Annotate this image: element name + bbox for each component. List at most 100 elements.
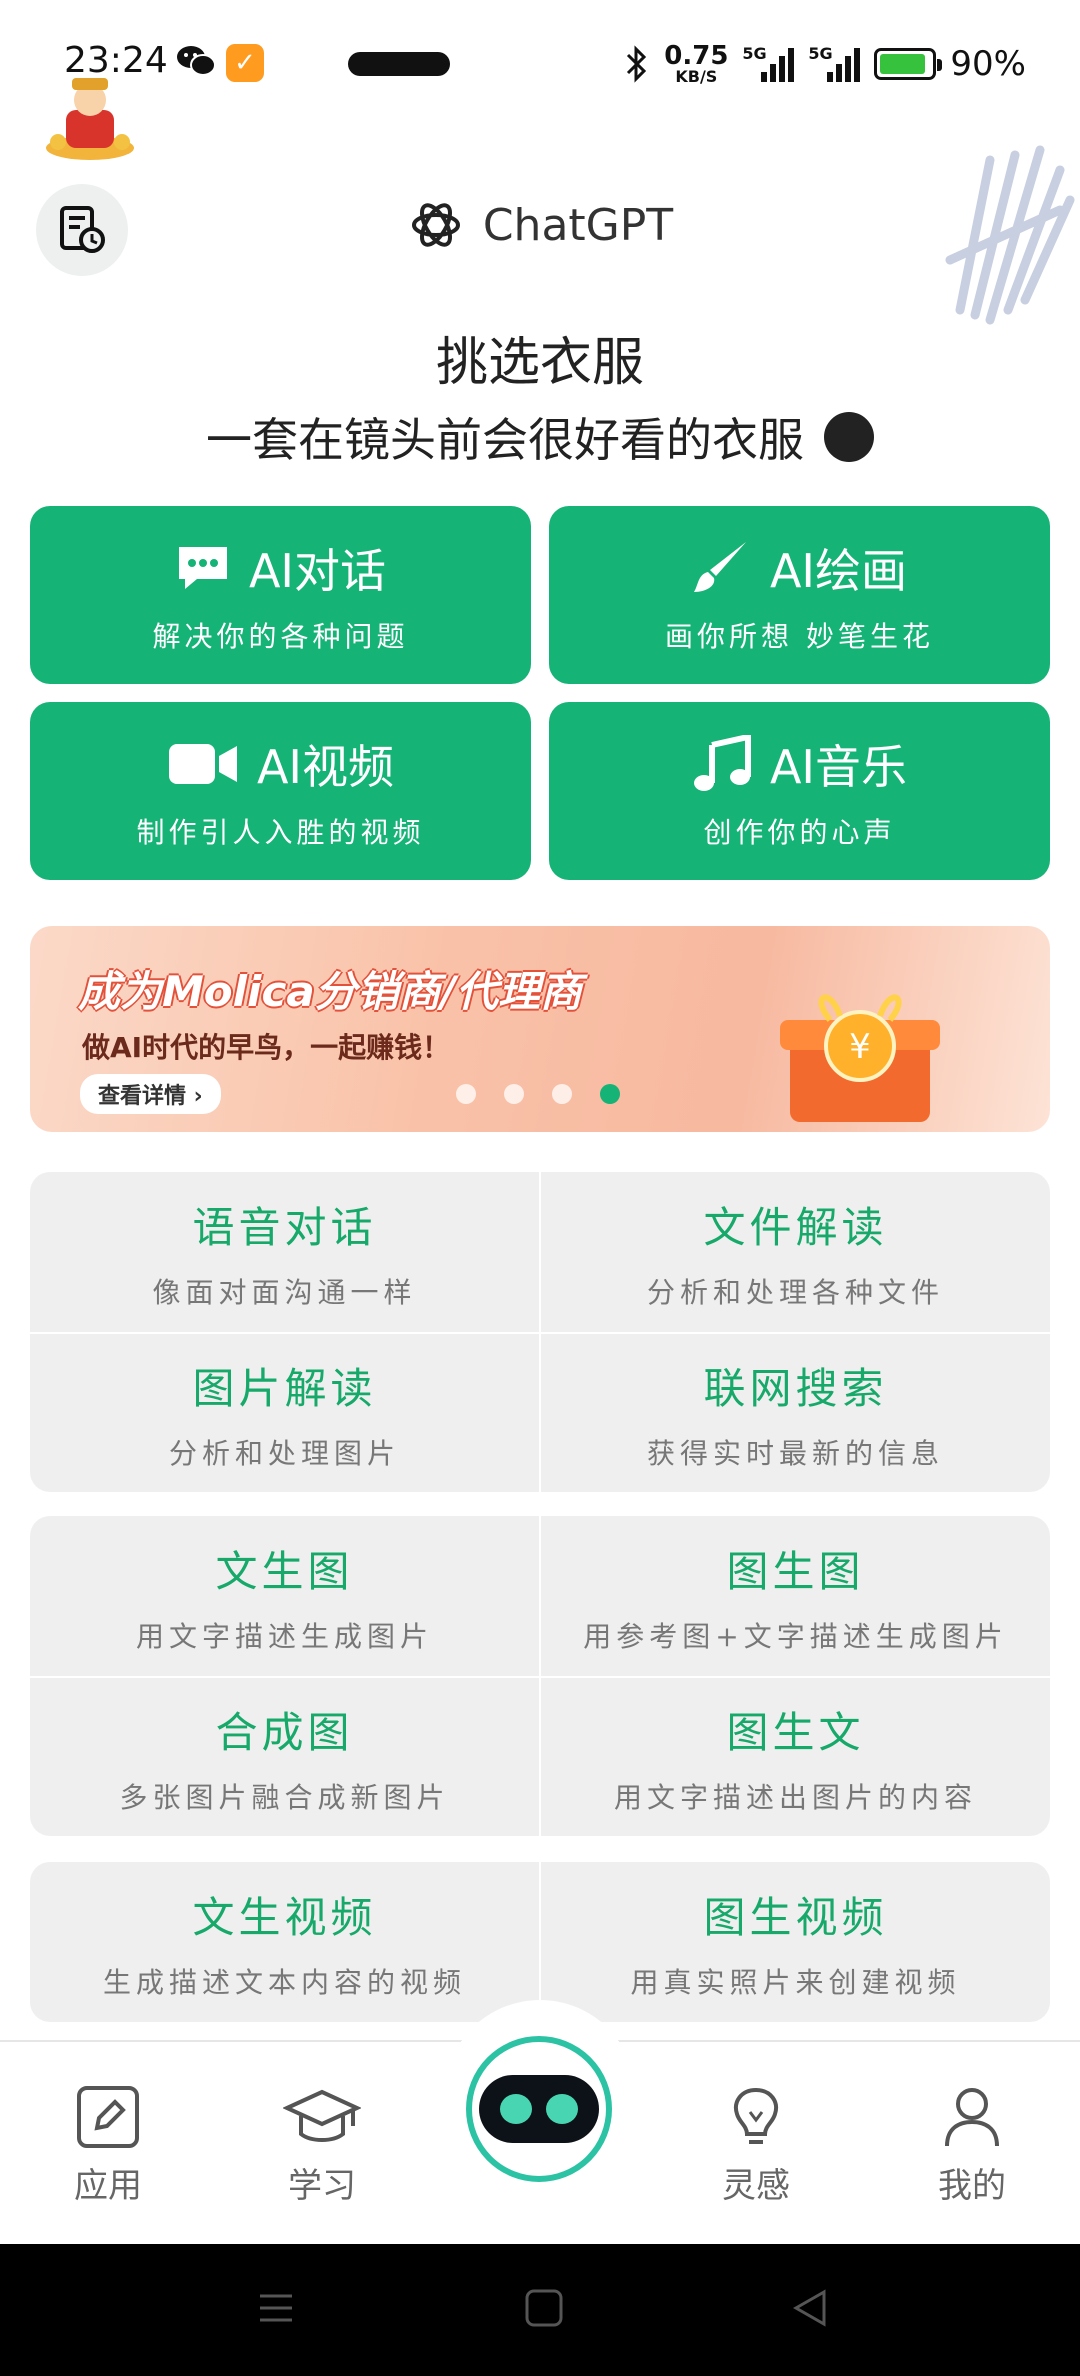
net-speed-unit: KB/S (675, 67, 718, 86)
tool-title: 图生视频 (703, 1892, 888, 1942)
signal-bars-icon (827, 48, 861, 82)
tool-title: 图片解读 (192, 1363, 377, 1413)
feature-ai-chat[interactable]: AI对话 解决你的各种问题 (30, 506, 531, 684)
banner-pager (456, 1084, 620, 1104)
tool-panel-3: 文生视频 生成描述文本内容的视频 图生视频 用真实照片来创建视频 (30, 1862, 1050, 2022)
battery-icon (874, 48, 943, 80)
tool-title: 联网搜索 (703, 1363, 888, 1413)
tool-subtitle: 多张图片融合成新图片 (119, 1780, 450, 1814)
nav-label: 应用 (74, 2166, 142, 2206)
feature-ai-music[interactable]: AI音乐 创作你的心声 (549, 702, 1050, 880)
tool-title: 文生视频 (192, 1892, 377, 1942)
ai-assistant-button[interactable] (466, 2036, 612, 2182)
typing-cursor-icon (824, 412, 874, 462)
panel-row: 图片解读 分析和处理图片 联网搜索 获得实时最新的信息 (30, 1332, 1050, 1492)
brand-header: ChatGPT (0, 196, 1080, 254)
feature-subtitle: 画你所想 妙笔生花 (665, 620, 934, 653)
tool-image-compose[interactable]: 合成图 多张图片融合成新图片 (30, 1678, 539, 1836)
bottom-nav: 应用 学习 灵感 我的 (0, 2000, 1080, 2244)
nav-inspiration[interactable]: 灵感 (686, 2084, 826, 2207)
feature-subtitle: 解决你的各种问题 (152, 620, 409, 653)
tool-subtitle: 分析和处理图片 (168, 1436, 400, 1470)
bluetooth-icon (627, 45, 647, 83)
status-right: 0.75 KB/S 5G 5G 90% (624, 40, 1026, 88)
banner-details-button[interactable]: 查看详情 › (80, 1074, 221, 1114)
tool-subtitle: 用真实照片来创建视频 (630, 1965, 961, 1999)
feature-subtitle: 创作你的心声 (703, 816, 896, 849)
tool-subtitle: 分析和处理各种文件 (646, 1275, 944, 1309)
feature-grid: AI对话 解决你的各种问题 AI绘画 画你所想 妙笔生花 AI视频 制作引人入胜… (30, 506, 1050, 880)
banner-subtitle: 做AI时代的早鸟，一起赚钱！ (82, 1031, 451, 1064)
feature-ai-paint[interactable]: AI绘画 画你所想 妙笔生花 (549, 506, 1050, 684)
tool-title: 文件解读 (703, 1202, 888, 1252)
nav-learn[interactable]: 学习 (252, 2084, 392, 2207)
feature-title: AI绘画 (769, 544, 908, 598)
tool-image-to-image[interactable]: 图生图 用参考图+文字描述生成图片 (539, 1516, 1050, 1676)
camera-pill (348, 52, 450, 76)
tool-subtitle: 获得实时最新的信息 (646, 1436, 944, 1470)
tool-panel-1: 语音对话 像面对面沟通一样 文件解读 分析和处理各种文件 图片解读 分析和处理图… (30, 1172, 1050, 1492)
pager-dot[interactable] (456, 1084, 476, 1104)
banner-title: 成为Molica分销商/代理商 (78, 967, 583, 1016)
tool-image-reading[interactable]: 图片解读 分析和处理图片 (30, 1334, 539, 1492)
battery-fill (880, 54, 926, 74)
nav-mine[interactable]: 我的 (902, 2084, 1042, 2207)
tool-file-reading[interactable]: 文件解读 分析和处理各种文件 (539, 1172, 1050, 1332)
tool-title: 图生文 (726, 1707, 865, 1757)
tool-title: 文生图 (215, 1546, 354, 1596)
home-square-icon[interactable] (524, 2288, 564, 2328)
feature-ai-video[interactable]: AI视频 制作引人入胜的视频 (30, 702, 531, 880)
prompt-title: 挑选衣服 (435, 333, 644, 393)
feature-title: AI视频 (256, 740, 395, 794)
nav-apps[interactable]: 应用 (38, 2084, 178, 2207)
feature-title: AI音乐 (769, 740, 908, 794)
net-speed-value: 0.75 (664, 41, 729, 71)
music-note-icon (693, 735, 751, 791)
tool-voice-chat[interactable]: 语音对话 像面对面沟通一样 (30, 1172, 539, 1332)
nav-label: 灵感 (722, 2166, 790, 2206)
nav-label: 学习 (288, 2166, 356, 2206)
tool-subtitle: 用文字描述生成图片 (135, 1619, 433, 1653)
svg-text:¥: ¥ (849, 1027, 871, 1067)
pager-dot-active[interactable] (600, 1084, 620, 1104)
panel-row: 文生视频 生成描述文本内容的视频 图生视频 用真实照片来创建视频 (30, 1862, 1050, 2022)
tool-subtitle: 像面对面沟通一样 (152, 1275, 417, 1309)
chatgpt-logo-icon (411, 203, 460, 247)
panel-row: 合成图 多张图片融合成新图片 图生文 用文字描述出图片的内容 (30, 1676, 1050, 1836)
signal-2: 5G (808, 44, 861, 84)
signal-1: 5G (742, 44, 795, 84)
pager-dot[interactable] (552, 1084, 572, 1104)
fortune-sticker-icon (46, 78, 134, 160)
battery-percent: 90% (950, 44, 1026, 84)
tool-text-to-video[interactable]: 文生视频 生成描述文本内容的视频 (30, 1862, 539, 2022)
system-nav-bar (0, 2244, 1080, 2376)
menu-icon[interactable] (256, 2288, 296, 2328)
gift-box-icon: ¥ (780, 994, 940, 1122)
pager-dot[interactable] (504, 1084, 524, 1104)
tool-subtitle: 生成描述文本内容的视频 (102, 1965, 466, 1999)
tool-image-to-video[interactable]: 图生视频 用真实照片来创建视频 (539, 1862, 1050, 2022)
tool-title: 语音对话 (192, 1202, 377, 1252)
feature-title: AI对话 (248, 544, 387, 598)
video-camera-icon (168, 744, 237, 784)
robot-face-icon (479, 2075, 599, 2143)
tool-subtitle: 用参考图+文字描述生成图片 (583, 1619, 1008, 1653)
lightbulb-icon (734, 2087, 778, 2144)
feature-subtitle: 制作引人入胜的视频 (136, 816, 425, 849)
back-triangle-icon[interactable] (790, 2288, 830, 2328)
tool-web-search[interactable]: 联网搜索 获得实时最新的信息 (539, 1334, 1050, 1492)
promo-banner[interactable]: 成为Molica分销商/代理商 做AI时代的早鸟，一起赚钱！ 查看详情 › ¥ (30, 926, 1050, 1132)
user-profile-icon (945, 2088, 999, 2147)
app-screen: 23:24 ✓ 0.75 KB/S 5G 5G 90% ChatGPT 挑选衣服… (0, 0, 1080, 2376)
edit-square-icon (77, 2086, 139, 2148)
graduation-cap-icon (283, 2089, 361, 2142)
tool-title: 图生图 (726, 1546, 865, 1596)
tool-text-to-image[interactable]: 文生图 用文字描述生成图片 (30, 1516, 539, 1676)
robot-eye (546, 2094, 578, 2124)
tool-title: 合成图 (215, 1707, 354, 1757)
panel-row: 文生图 用文字描述生成图片 图生图 用参考图+文字描述生成图片 (30, 1516, 1050, 1676)
prompt-subtitle: 一套在镜头前会很好看的衣服 (206, 413, 804, 467)
tool-image-to-text[interactable]: 图生文 用文字描述出图片的内容 (539, 1678, 1050, 1836)
nav-label: 我的 (938, 2166, 1006, 2206)
status-bar: 23:24 ✓ 0.75 KB/S 5G 5G 90% (0, 0, 1080, 120)
